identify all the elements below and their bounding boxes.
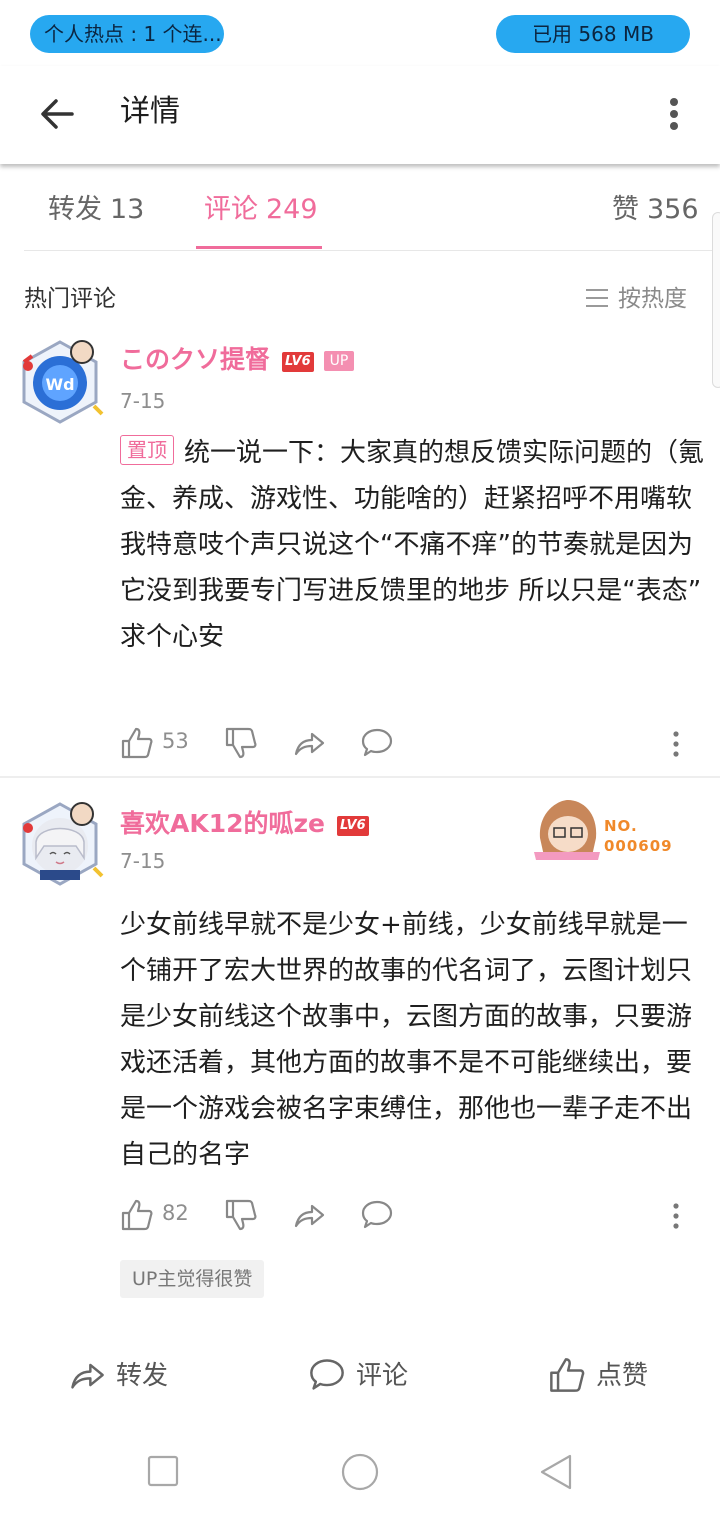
thumbs-up-icon xyxy=(550,1358,585,1392)
share-icon xyxy=(294,1204,325,1228)
dislike-button[interactable] xyxy=(224,722,264,762)
comment-text: 少女前线早就不是少女+前线，少女前线早就是一个铺开了宏大世界的故事的代名词了，云… xyxy=(120,902,704,1178)
more-button[interactable] xyxy=(656,88,692,140)
thumbs-down-icon xyxy=(225,727,257,759)
arrow-left-icon xyxy=(41,99,74,129)
up-liked-tag: UP主觉得很赞 xyxy=(120,1260,265,1298)
more-vertical-icon xyxy=(670,98,678,130)
username-text: 喜欢AK12的呱ze xyxy=(120,809,326,838)
navigation-bar xyxy=(0,1430,720,1520)
recent-apps-icon[interactable] xyxy=(146,1454,180,1488)
avatar-frame-icon xyxy=(22,802,104,886)
tab-bar: 转发 13 评论 249 赞 356 xyxy=(0,166,720,250)
more-vertical-icon xyxy=(673,731,679,757)
like-label: 点赞 xyxy=(596,1361,649,1391)
divider xyxy=(0,776,720,778)
repost-label: 转发 xyxy=(116,1361,169,1391)
thumbs-up-icon xyxy=(121,1199,153,1231)
comment-more-button[interactable] xyxy=(664,722,688,762)
tab-label: 转发 xyxy=(48,194,102,225)
tab-comments[interactable]: 评论 249 xyxy=(204,190,318,230)
up-badge: UP xyxy=(323,351,355,371)
share-button[interactable] xyxy=(292,722,332,762)
tab-likes[interactable]: 赞 356 xyxy=(612,190,699,230)
comment-button[interactable]: 评论 xyxy=(308,1354,428,1398)
memory-pill[interactable]: 已用 568 MB xyxy=(496,15,690,53)
comment-icon xyxy=(361,1200,393,1229)
share-icon xyxy=(294,732,325,756)
svg-text:Wd: Wd xyxy=(45,375,74,394)
level-badge: LV6 xyxy=(337,816,369,836)
share-button[interactable] xyxy=(292,1194,332,1234)
divider xyxy=(24,250,720,251)
comment-label: 评论 xyxy=(356,1361,409,1391)
like-button[interactable]: 53 xyxy=(120,722,210,762)
reply-button[interactable] xyxy=(360,1194,400,1234)
pinned-badge: 置顶 xyxy=(120,435,174,465)
repost-button[interactable]: 转发 xyxy=(68,1354,188,1398)
username[interactable]: 喜欢AK12的呱ze LV6 xyxy=(120,806,369,842)
like-button[interactable]: 82 xyxy=(120,1194,210,1234)
sort-label: 按热度 xyxy=(618,286,687,312)
reply-button[interactable] xyxy=(360,722,400,762)
bottom-action-bar: 转发 评论 点赞 xyxy=(0,1340,720,1410)
scrollbar[interactable] xyxy=(712,212,720,388)
sort-button[interactable]: 按热度 xyxy=(586,282,687,316)
home-icon[interactable] xyxy=(340,1452,380,1492)
thumbs-down-icon xyxy=(225,1199,257,1231)
level-badge: LV6 xyxy=(282,352,314,372)
tab-label: 评论 xyxy=(204,194,258,225)
like-count: 53 xyxy=(162,729,189,753)
hotspot-pill[interactable]: 个人热点 : 1 个连... xyxy=(30,15,224,53)
app-bar: 详情 xyxy=(0,66,720,164)
tab-count: 249 xyxy=(266,194,318,225)
comment-more-button[interactable] xyxy=(664,1194,688,1234)
tab-label: 赞 xyxy=(612,194,639,225)
username[interactable]: このクソ提督 LV6 UP xyxy=(120,342,355,378)
share-icon xyxy=(71,1363,104,1389)
like-count: 82 xyxy=(162,1201,189,1225)
comment-date: 7-15 xyxy=(120,849,166,873)
more-vertical-icon xyxy=(673,1203,679,1229)
like-post-button[interactable]: 点赞 xyxy=(548,1354,668,1398)
thumbs-up-icon xyxy=(121,727,153,759)
avatar-frame-icon: Wd xyxy=(22,340,104,424)
comment-body: 少女前线早就不是少女+前线，少女前线早就是一个铺开了宏大世界的故事的代名词了，云… xyxy=(120,910,693,1170)
back-nav-icon[interactable] xyxy=(538,1452,574,1492)
comment-date: 7-15 xyxy=(120,389,166,413)
avatar[interactable] xyxy=(16,798,104,890)
comment-body: 统一说一下：大家真的想反馈实际问题的（氪金、养成、游戏性、功能啥的）赶紧招呼不用… xyxy=(120,438,705,652)
username-text: このクソ提督 xyxy=(120,345,271,374)
avatar[interactable]: Wd xyxy=(16,336,104,428)
page-title: 详情 xyxy=(120,94,180,129)
status-bar: 个人热点 : 1 个连... 已用 568 MB xyxy=(0,0,720,66)
comment-icon xyxy=(310,1359,344,1390)
section-title: 热门评论 xyxy=(24,286,116,312)
medal-number-text: NO. 000609 xyxy=(604,817,673,855)
tab-repost[interactable]: 转发 13 xyxy=(48,190,144,230)
back-button[interactable] xyxy=(30,86,86,142)
anime-girl-medal-icon xyxy=(534,800,600,860)
tab-count: 356 xyxy=(647,194,699,225)
active-tab-indicator xyxy=(196,246,322,249)
comment-text: 置顶 统一说一下：大家真的想反馈实际问题的（氪金、养成、游戏性、功能啥的）赶紧招呼… xyxy=(120,430,704,660)
tab-count: 13 xyxy=(110,194,145,225)
dislike-button[interactable] xyxy=(224,1194,264,1234)
comment-icon xyxy=(361,728,393,757)
sort-icon xyxy=(586,289,608,307)
medal-number: NO. 000609 xyxy=(604,816,673,856)
